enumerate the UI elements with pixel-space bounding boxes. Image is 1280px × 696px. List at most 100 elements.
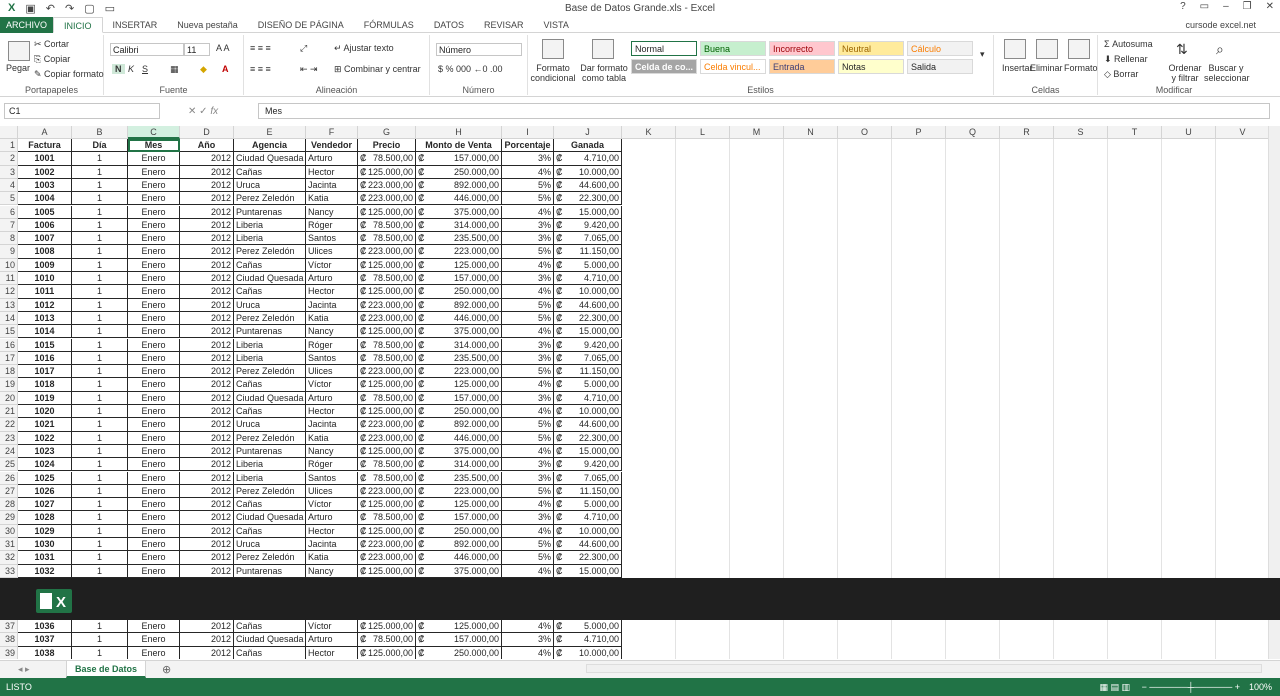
- cell-factura[interactable]: 1030: [18, 538, 72, 552]
- cell-porcentaje[interactable]: 5%: [502, 298, 554, 312]
- column-title[interactable]: Ganada: [554, 139, 622, 153]
- cell-factura[interactable]: 1021: [18, 418, 72, 432]
- cell-mes[interactable]: Enero: [128, 338, 180, 352]
- format-as-table-icon[interactable]: [592, 39, 614, 59]
- row-header[interactable]: 14: [0, 311, 18, 326]
- align-top-icon[interactable]: ≡ ≡ ≡: [250, 43, 271, 53]
- cell-ganada[interactable]: 15.000,00 ₡: [554, 205, 622, 219]
- tab-insertar[interactable]: INSERTAR: [103, 17, 168, 33]
- cell-vendedor[interactable]: Arturo: [306, 152, 358, 166]
- column-header-K[interactable]: K: [622, 126, 676, 139]
- cell-agencia[interactable]: Perez Zeledón: [234, 192, 306, 206]
- column-header-E[interactable]: E: [234, 126, 306, 139]
- cell-factura[interactable]: 1013: [18, 311, 72, 326]
- cell-agencia[interactable]: Perez Zeledón: [234, 245, 306, 259]
- cell-ganada[interactable]: 11.150,00 ₡: [554, 484, 622, 499]
- cell-precio[interactable]: 78.500,00 ₡: [358, 391, 416, 405]
- cell-factura[interactable]: 1020: [18, 405, 72, 419]
- font-color-icon[interactable]: A: [222, 64, 229, 74]
- cell-anio[interactable]: 2012: [180, 311, 234, 326]
- restore-icon[interactable]: ❐: [1243, 1, 1252, 12]
- cell-mes[interactable]: Enero: [128, 538, 180, 552]
- tab-diseno-pagina[interactable]: DISEÑO DE PÁGINA: [248, 17, 354, 33]
- cell-ganada[interactable]: 4.710,00 ₡: [554, 511, 622, 525]
- cell-mes[interactable]: Enero: [128, 165, 180, 179]
- cell-porcentaje[interactable]: 4%: [502, 378, 554, 392]
- cell-dia[interactable]: 1: [72, 165, 128, 179]
- insert-cells-icon[interactable]: [1004, 39, 1026, 59]
- cell-factura[interactable]: 1011: [18, 285, 72, 299]
- row-header[interactable]: 28: [0, 498, 18, 512]
- cell-vendedor[interactable]: Hector: [306, 165, 358, 179]
- cell-factura[interactable]: 1002: [18, 165, 72, 179]
- cell-dia[interactable]: 1: [72, 152, 128, 166]
- cell-porcentaje[interactable]: 4%: [502, 258, 554, 272]
- column-header-S[interactable]: S: [1054, 126, 1108, 139]
- cell-porcentaje[interactable]: 3%: [502, 152, 554, 166]
- cell-monto[interactable]: 250.000,00 ₡: [416, 165, 502, 179]
- insert-cells-button[interactable]: Insertar: [1002, 63, 1033, 73]
- cell-dia[interactable]: 1: [72, 205, 128, 219]
- clear-button[interactable]: ◇ Borrar: [1104, 69, 1138, 80]
- cell-factura[interactable]: 1029: [18, 524, 72, 538]
- cell-porcentaje[interactable]: 4%: [502, 524, 554, 538]
- column-title[interactable]: Porcentaje: [502, 139, 554, 153]
- cell-anio[interactable]: 2012: [180, 232, 234, 246]
- cell-agencia[interactable]: Perez Zeledón: [234, 484, 306, 499]
- cell-porcentaje[interactable]: 4%: [502, 405, 554, 419]
- close-icon[interactable]: ✕: [1266, 1, 1274, 12]
- zoom-slider[interactable]: − ──────┼────── +: [1142, 678, 1240, 696]
- cell-precio[interactable]: 78.500,00 ₡: [358, 272, 416, 286]
- cell-porcentaje[interactable]: 4%: [502, 285, 554, 299]
- sheet-nav-icon[interactable]: ◂ ▸: [18, 664, 30, 675]
- column-header-T[interactable]: T: [1108, 126, 1162, 139]
- cell-precio[interactable]: 125.000,00 ₡: [358, 620, 416, 634]
- column-title[interactable]: Agencia: [234, 139, 306, 153]
- cell-anio[interactable]: 2012: [180, 258, 234, 272]
- cell-precio[interactable]: 223.000,00 ₡: [358, 538, 416, 552]
- cell-porcentaje[interactable]: 3%: [502, 351, 554, 366]
- conditional-format-button[interactable]: Formato condicional: [530, 63, 576, 83]
- cell-factura[interactable]: 1036: [18, 620, 72, 634]
- cell-dia[interactable]: 1: [72, 484, 128, 499]
- cell-precio[interactable]: 223.000,00 ₡: [358, 365, 416, 379]
- cell-vendedor[interactable]: Nancy: [306, 444, 358, 459]
- cell-mes[interactable]: Enero: [128, 192, 180, 206]
- row-header[interactable]: 4: [0, 178, 18, 193]
- cell-porcentaje[interactable]: 5%: [502, 484, 554, 499]
- cell-anio[interactable]: 2012: [180, 551, 234, 565]
- cell-ganada[interactable]: 7.065,00 ₡: [554, 232, 622, 246]
- cell-anio[interactable]: 2012: [180, 646, 234, 659]
- styles-more-icon[interactable]: ▾: [980, 49, 985, 60]
- row-header[interactable]: 13: [0, 298, 18, 312]
- row-header[interactable]: 8: [0, 232, 18, 246]
- cell-monto[interactable]: 375.000,00 ₡: [416, 564, 502, 578]
- cell-mes[interactable]: Enero: [128, 564, 180, 578]
- cell-monto[interactable]: 250.000,00 ₡: [416, 524, 502, 538]
- cell-anio[interactable]: 2012: [180, 178, 234, 193]
- cell-ganada[interactable]: 11.150,00 ₡: [554, 365, 622, 379]
- cell-monto[interactable]: 235.500,00 ₡: [416, 471, 502, 485]
- paste-icon[interactable]: [8, 41, 30, 61]
- cell-dia[interactable]: 1: [72, 325, 128, 339]
- column-header-I[interactable]: I: [502, 126, 554, 139]
- cell-precio[interactable]: 125.000,00 ₡: [358, 498, 416, 512]
- cell-dia[interactable]: 1: [72, 272, 128, 286]
- cell-ganada[interactable]: 9.420,00 ₡: [554, 218, 622, 233]
- row-header[interactable]: 24: [0, 444, 18, 459]
- currency-icon[interactable]: $ % 000 ←0 .00: [438, 64, 503, 74]
- cell-dia[interactable]: 1: [72, 378, 128, 392]
- cell-monto[interactable]: 125.000,00 ₡: [416, 378, 502, 392]
- cell-anio[interactable]: 2012: [180, 351, 234, 366]
- row-header[interactable]: 9: [0, 245, 18, 259]
- cell-monto[interactable]: 125.000,00 ₡: [416, 498, 502, 512]
- cell-vendedor[interactable]: Hector: [306, 646, 358, 659]
- increase-font-icon[interactable]: A A: [216, 43, 230, 53]
- cell-porcentaje[interactable]: 4%: [502, 165, 554, 179]
- cell-agencia[interactable]: Liberia: [234, 458, 306, 472]
- cell-anio[interactable]: 2012: [180, 538, 234, 552]
- cell-factura[interactable]: 1007: [18, 232, 72, 246]
- cell-ganada[interactable]: 9.420,00 ₡: [554, 458, 622, 472]
- cell-factura[interactable]: 1017: [18, 365, 72, 379]
- cell-dia[interactable]: 1: [72, 245, 128, 259]
